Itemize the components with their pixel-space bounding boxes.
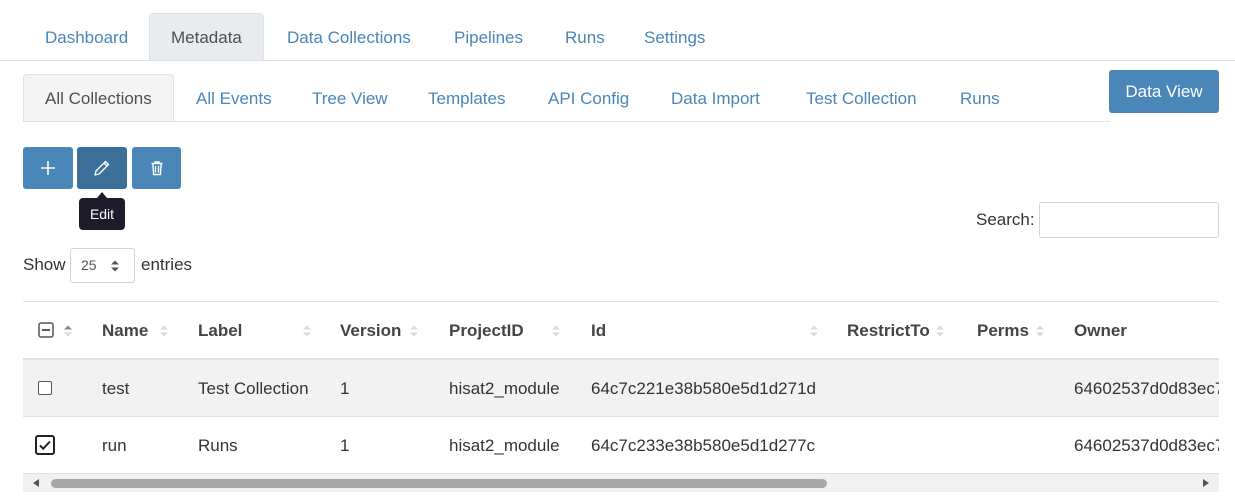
column-header-name[interactable]: Name <box>102 302 148 360</box>
plus-icon <box>41 161 55 175</box>
column-header-projectid[interactable]: ProjectID <box>449 302 524 360</box>
updown-arrows-icon <box>111 260 119 272</box>
column-header-owner[interactable]: Owner <box>1074 302 1127 360</box>
sort-icon[interactable] <box>302 323 312 339</box>
scroll-left-arrow-icon[interactable] <box>33 479 39 487</box>
cell-label: Runs <box>198 436 238 455</box>
horizontal-scrollbar[interactable] <box>23 474 1219 492</box>
cell-name: run <box>102 436 127 455</box>
subtab-templates[interactable]: Templates <box>406 74 527 122</box>
entries-label: entries <box>141 255 193 274</box>
edit-button[interactable] <box>77 147 127 189</box>
sub-nav: All Collections All Events Tree View Tem… <box>23 74 1110 122</box>
edit-tooltip: Edit <box>79 192 125 230</box>
tab-runs[interactable]: Runs <box>543 13 627 61</box>
cell-projectid: hisat2_module <box>449 436 560 455</box>
subtab-api-config[interactable]: API Config <box>526 74 651 122</box>
row-checkbox[interactable] <box>38 381 52 395</box>
sort-icon[interactable] <box>1035 323 1045 339</box>
row-checkbox-checked[interactable] <box>35 435 55 455</box>
cell-name: test <box>102 379 130 398</box>
sort-icon[interactable] <box>809 323 819 339</box>
cell-label: Test Collection <box>198 379 309 398</box>
entries-selected-value: 25 <box>81 257 97 273</box>
table-header: Name Label Version ProjectID Id Restrict… <box>23 302 1219 360</box>
column-header-perms[interactable]: Perms <box>977 302 1029 360</box>
scrollbar-thumb[interactable] <box>51 479 827 488</box>
sort-icon[interactable] <box>63 323 73 339</box>
data-view-button[interactable]: Data View <box>1109 70 1219 113</box>
delete-button[interactable] <box>132 147 181 189</box>
cell-owner: 64602537d0d83ec7 <box>1074 379 1219 398</box>
sort-icon[interactable] <box>935 323 945 339</box>
entries-select[interactable]: 25 <box>70 248 135 283</box>
column-header-restrictto[interactable]: RestrictTo <box>847 302 930 360</box>
subtab-all-events[interactable]: All Events <box>174 74 294 122</box>
show-label: Show <box>23 255 66 274</box>
subtab-all-collections[interactable]: All Collections <box>23 74 174 122</box>
add-button[interactable] <box>23 147 73 189</box>
trash-icon <box>151 161 162 176</box>
cell-version: 1 <box>340 379 350 398</box>
cell-id: 64c7c221e38b580e5d1d271d <box>591 379 817 398</box>
subtab-test-collection[interactable]: Test Collection <box>784 74 939 122</box>
checkmark-icon <box>39 440 51 451</box>
subtab-runs[interactable]: Runs <box>938 74 1022 122</box>
tab-settings[interactable]: Settings <box>622 13 727 61</box>
top-nav: Dashboard Metadata Data Collections Pipe… <box>0 0 1235 61</box>
search-input[interactable] <box>1039 202 1219 238</box>
tab-data-collections[interactable]: Data Collections <box>265 13 433 61</box>
search-label: Search: <box>976 210 1035 229</box>
cell-id: 64c7c233e38b580e5d1d277c <box>591 436 816 455</box>
subtab-tree-view[interactable]: Tree View <box>290 74 410 122</box>
column-header-id[interactable]: Id <box>591 302 606 360</box>
tab-pipelines[interactable]: Pipelines <box>432 13 545 61</box>
sort-icon[interactable] <box>551 323 561 339</box>
sort-icon[interactable] <box>159 323 169 339</box>
pencil-icon <box>94 160 110 176</box>
column-header-label[interactable]: Label <box>198 302 242 360</box>
sort-icon[interactable] <box>409 323 419 339</box>
tab-metadata[interactable]: Metadata <box>149 13 264 61</box>
subtab-data-import[interactable]: Data Import <box>649 74 782 122</box>
cell-version: 1 <box>340 436 350 455</box>
scroll-right-arrow-icon[interactable] <box>1203 479 1209 487</box>
table-row[interactable]: run Runs 1 hisat2_module 64c7c233e38b580… <box>23 417 1219 474</box>
select-all-checkbox[interactable] <box>38 322 54 338</box>
cell-projectid: hisat2_module <box>449 379 560 398</box>
table-row[interactable]: test Test Collection 1 hisat2_module 64c… <box>23 360 1219 417</box>
column-header-version[interactable]: Version <box>340 302 401 360</box>
tab-dashboard[interactable]: Dashboard <box>23 13 150 61</box>
collections-table: Name Label Version ProjectID Id Restrict… <box>23 301 1219 474</box>
cell-owner: 64602537d0d83ec7 <box>1074 436 1219 455</box>
